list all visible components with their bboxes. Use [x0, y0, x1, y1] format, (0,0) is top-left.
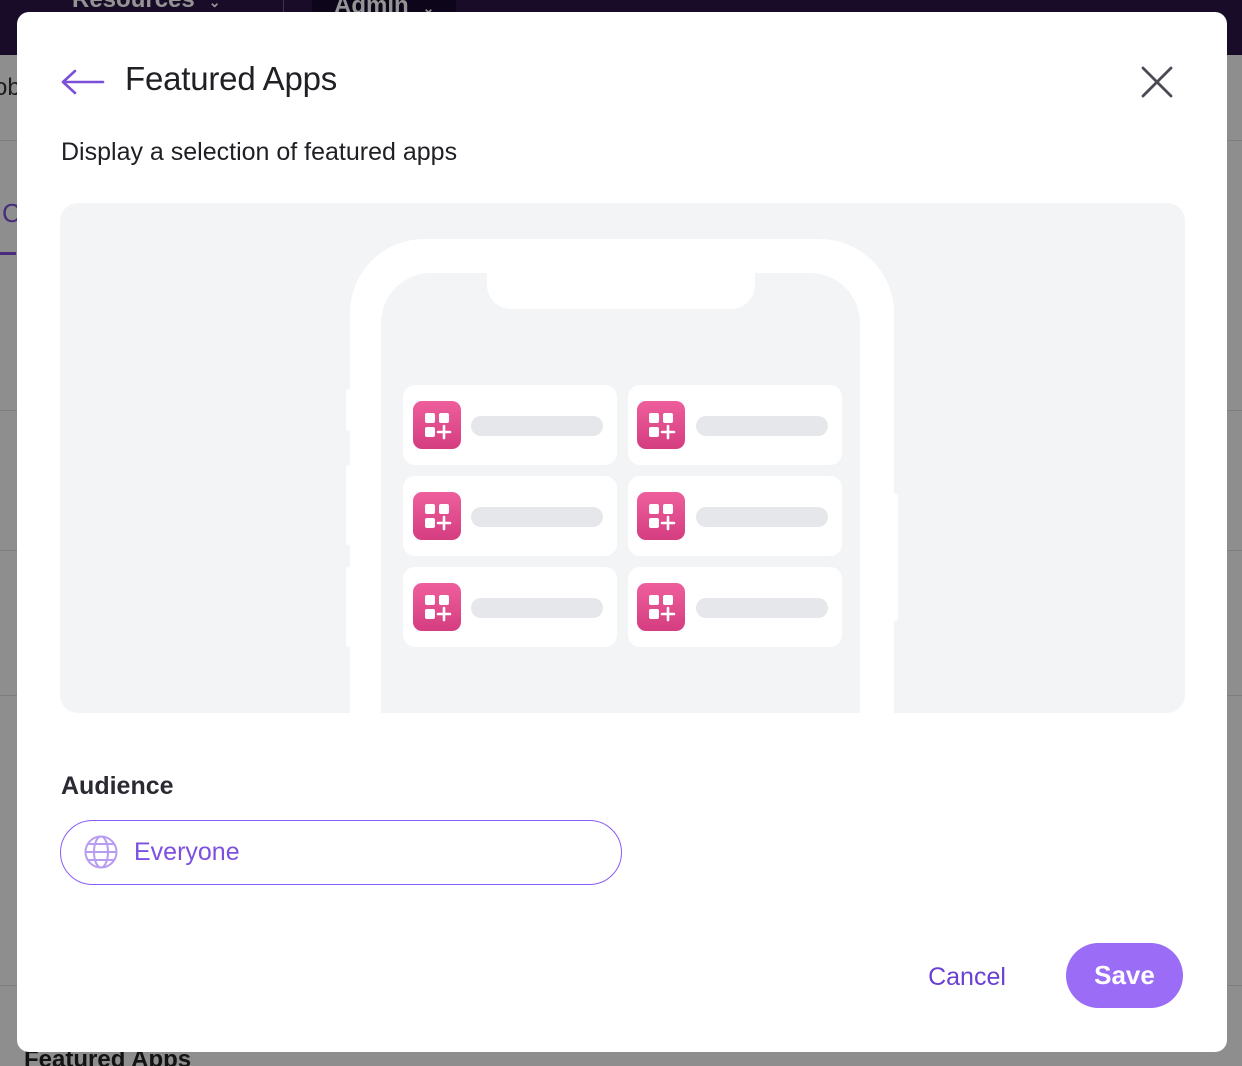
- app-tile: [403, 385, 617, 465]
- app-tile: [628, 567, 842, 647]
- audience-value: Everyone: [134, 838, 240, 866]
- back-button[interactable]: [59, 62, 107, 102]
- dialog-description: Display a selection of featured apps: [61, 138, 458, 166]
- close-icon: [1141, 66, 1173, 98]
- audience-selector[interactable]: Everyone: [60, 820, 622, 885]
- app-grid-plus-icon: [635, 490, 687, 542]
- app-grid-plus-icon: [635, 581, 687, 633]
- arrow-left-icon: [61, 69, 105, 95]
- app-grid-plus-icon: [411, 490, 463, 542]
- save-button[interactable]: Save: [1066, 943, 1183, 1008]
- cancel-button[interactable]: Cancel: [903, 952, 1031, 1002]
- audience-label: Audience: [61, 772, 174, 800]
- phone-illustration: [346, 239, 898, 713]
- app-tile: [628, 476, 842, 556]
- app-tile: [403, 476, 617, 556]
- featured-apps-dialog: Featured Apps Display a selection of fea…: [17, 12, 1227, 1052]
- app-grid-plus-icon: [635, 399, 687, 451]
- close-button[interactable]: [1137, 62, 1177, 102]
- dialog-title: Featured Apps: [125, 60, 338, 97]
- app-tile: [628, 385, 842, 465]
- app-grid-plus-icon: [411, 581, 463, 633]
- featured-apps-preview: [60, 203, 1185, 713]
- app-grid-plus-icon: [411, 399, 463, 451]
- globe-icon: [84, 835, 118, 869]
- app-tile: [403, 567, 617, 647]
